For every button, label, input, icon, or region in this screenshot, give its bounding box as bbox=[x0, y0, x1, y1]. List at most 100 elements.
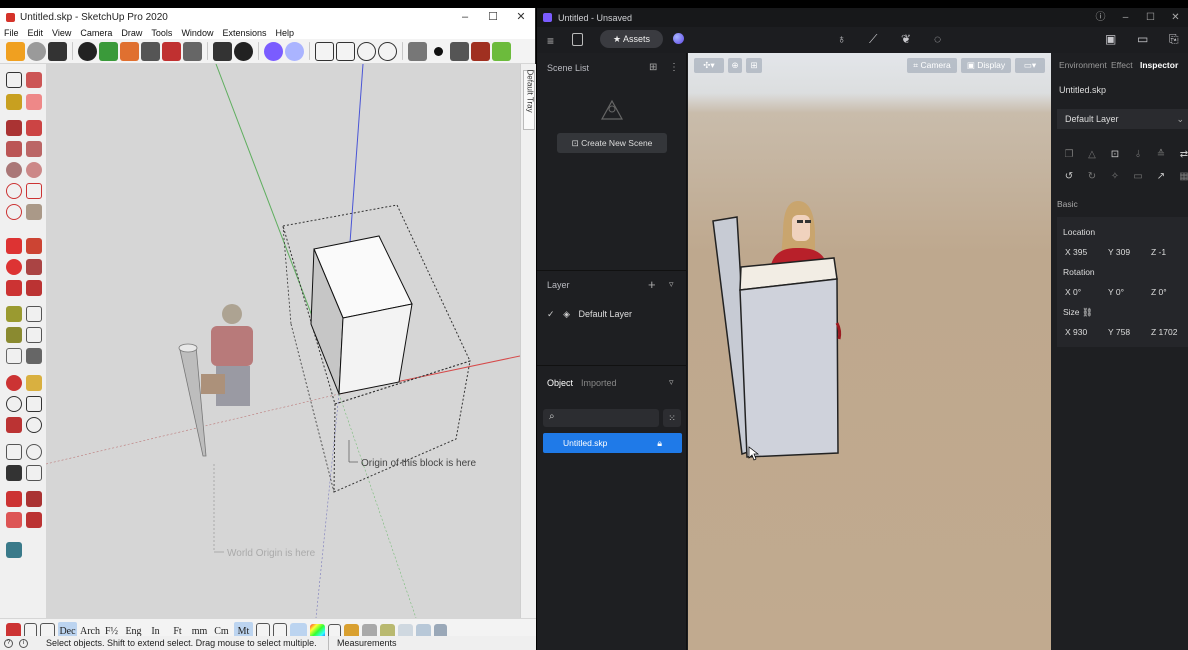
link-icon[interactable]: ⛓︎ bbox=[1082, 307, 1093, 317]
select-tool-icon[interactable] bbox=[6, 72, 22, 88]
drop-icon[interactable]: ⫰ bbox=[1132, 149, 1144, 161]
light-icon[interactable] bbox=[357, 41, 376, 61]
object-tab[interactable]: Object bbox=[547, 378, 573, 388]
object-filter-icon[interactable]: ▿ bbox=[669, 377, 674, 388]
redo-icon[interactable]: ↻ bbox=[1086, 171, 1098, 183]
measurements-box[interactable]: Measurements bbox=[328, 636, 536, 650]
terrain-icon[interactable] bbox=[99, 41, 118, 61]
rotate-tool-icon[interactable] bbox=[6, 259, 22, 275]
menu-draw[interactable]: Draw bbox=[121, 28, 142, 38]
location-z-input[interactable]: Z -1 bbox=[1151, 247, 1166, 257]
tab-environment[interactable]: Environment bbox=[1059, 60, 1107, 70]
location-x-input[interactable]: X 395 bbox=[1065, 247, 1087, 257]
freehand-icon[interactable] bbox=[26, 120, 42, 136]
close-icon[interactable]: ✕ bbox=[507, 8, 535, 26]
d5-start-icon[interactable] bbox=[285, 41, 304, 61]
push-pull-icon[interactable] bbox=[26, 238, 42, 254]
grid-icon[interactable]: ▦ bbox=[1178, 171, 1188, 183]
copy-icon[interactable]: ❐ bbox=[1063, 149, 1075, 161]
add-location-icon[interactable] bbox=[78, 41, 97, 61]
arc-icon[interactable] bbox=[6, 183, 22, 199]
flame-icon[interactable]: ◌ bbox=[934, 32, 941, 46]
menu-window[interactable]: Window bbox=[181, 28, 213, 38]
section-icon[interactable] bbox=[26, 465, 42, 481]
zoom-extents-icon[interactable] bbox=[6, 417, 22, 433]
lock-icon[interactable]: 🔒︎ bbox=[657, 433, 662, 453]
make-component-icon[interactable] bbox=[26, 72, 42, 88]
previous-view-icon[interactable] bbox=[26, 417, 42, 433]
checker-icon[interactable] bbox=[141, 41, 160, 61]
stack-icon[interactable]: ≙ bbox=[1155, 149, 1167, 161]
line-tool-icon[interactable] bbox=[6, 120, 22, 136]
path-icon[interactable]: ⟋ bbox=[869, 32, 877, 47]
maximize-icon[interactable]: ☐ bbox=[1138, 8, 1163, 27]
grid-view-button[interactable]: ⁙ bbox=[663, 409, 681, 427]
imported-tab[interactable]: Imported bbox=[581, 378, 617, 388]
hamburger-icon[interactable]: ≡ bbox=[547, 34, 554, 48]
camera-icon[interactable] bbox=[336, 41, 355, 61]
object-search-input[interactable]: ⌕ bbox=[543, 409, 659, 427]
tape-measure-icon[interactable] bbox=[6, 306, 22, 322]
d5-sync-icon[interactable] bbox=[264, 41, 283, 61]
flask-icon[interactable] bbox=[6, 542, 22, 558]
house-icon[interactable] bbox=[408, 41, 427, 61]
rotation-x-input[interactable]: X 0° bbox=[1065, 287, 1081, 297]
default-tray-tab[interactable]: Default Tray bbox=[523, 70, 535, 130]
leaf-icon[interactable]: ❦ bbox=[901, 32, 911, 46]
tab-effect[interactable]: Effect bbox=[1111, 60, 1133, 70]
three-point-arc-icon[interactable] bbox=[6, 204, 22, 220]
default-tray[interactable]: Default Tray bbox=[520, 64, 536, 618]
tab-inspector[interactable]: Inspector bbox=[1140, 60, 1178, 70]
warehouse-icon[interactable] bbox=[48, 41, 67, 61]
scale-tool-icon[interactable] bbox=[6, 280, 22, 296]
look-around-icon[interactable] bbox=[26, 444, 42, 460]
minimize-icon[interactable]: – bbox=[1113, 8, 1138, 27]
rotation-z-input[interactable]: Z 0° bbox=[1151, 287, 1167, 297]
email-icon[interactable] bbox=[213, 41, 232, 61]
maximize-icon[interactable]: ☐ bbox=[479, 8, 507, 26]
export-icon[interactable]: ⎘ bbox=[1169, 32, 1179, 47]
light-bulb-icon[interactable]: ♁ bbox=[837, 32, 846, 46]
pie-icon[interactable] bbox=[26, 204, 42, 220]
undo-icon[interactable]: ↺ bbox=[1063, 171, 1075, 183]
two-point-arc-icon[interactable] bbox=[26, 183, 42, 199]
sketchup-viewport[interactable]: Origin of this block is here World Origi… bbox=[46, 64, 520, 618]
dimension-icon[interactable] bbox=[26, 306, 42, 322]
extension-manager-icon[interactable] bbox=[183, 41, 202, 61]
scene-add-icon[interactable]: ⊞ bbox=[649, 62, 657, 73]
follow-me-icon[interactable] bbox=[26, 259, 42, 275]
layer-filter-icon[interactable]: ▿ bbox=[669, 279, 674, 290]
paint-bucket-icon[interactable] bbox=[6, 94, 22, 110]
person-2d-figure[interactable] bbox=[201, 304, 253, 406]
assets-button[interactable]: ★ Assets bbox=[600, 30, 663, 48]
settings-icon[interactable] bbox=[378, 41, 397, 61]
intersect-icon[interactable] bbox=[6, 512, 22, 528]
sync-icon[interactable] bbox=[27, 41, 46, 61]
help-circle-icon[interactable]: ⓘ bbox=[1088, 8, 1113, 27]
outer-shell-icon[interactable] bbox=[26, 491, 42, 507]
offset-tool-icon[interactable] bbox=[26, 280, 42, 296]
orbit-icon[interactable] bbox=[6, 375, 22, 391]
material-icon[interactable]: ✧ bbox=[1109, 171, 1121, 183]
camera-snapshot-icon[interactable]: ▣ bbox=[1105, 32, 1116, 46]
d5-viewport[interactable]: ✣▾ ⊕ ⊞ ⌗ Camera ▣ Display ▭▾ bbox=[688, 53, 1051, 650]
rectangle-icon[interactable] bbox=[6, 141, 22, 157]
text-tool-icon[interactable] bbox=[26, 327, 42, 343]
zoom-window-icon[interactable] bbox=[26, 396, 42, 412]
focus-icon[interactable]: ⊡ bbox=[1109, 149, 1121, 161]
document-icon[interactable] bbox=[572, 33, 583, 46]
box-render-front[interactable] bbox=[739, 278, 839, 458]
folder-icon[interactable]: ▭ bbox=[1132, 171, 1144, 183]
menu-extensions[interactable]: Extensions bbox=[222, 28, 266, 38]
layer-item-default[interactable]: ✓ ◈ Default Layer bbox=[547, 309, 632, 320]
menu-camera[interactable]: Camera bbox=[80, 28, 112, 38]
size-x-input[interactable]: X 930 bbox=[1065, 327, 1087, 337]
protractor-icon[interactable] bbox=[6, 327, 22, 343]
menu-tools[interactable]: Tools bbox=[151, 28, 172, 38]
menu-view[interactable]: View bbox=[52, 28, 71, 38]
position-camera-icon[interactable] bbox=[6, 444, 22, 460]
add-layer-icon[interactable]: + bbox=[648, 277, 656, 292]
extension-warehouse-icon[interactable] bbox=[162, 41, 181, 61]
close-icon[interactable]: ✕ bbox=[1163, 8, 1188, 27]
share-icon[interactable]: ↗ bbox=[1155, 171, 1167, 183]
